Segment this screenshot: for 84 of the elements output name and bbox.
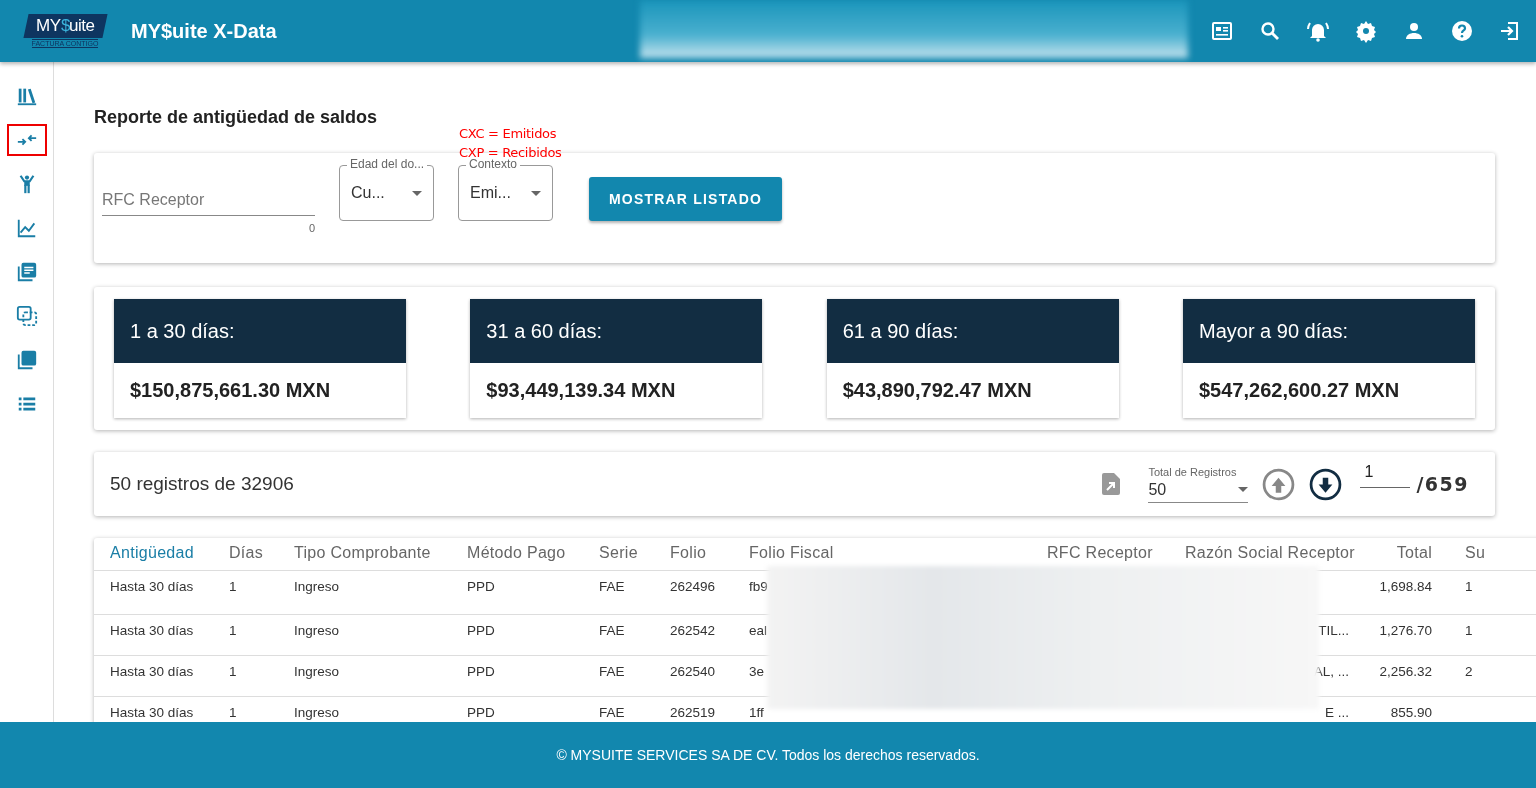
summary-card-title: Mayor a 90 días: bbox=[1183, 299, 1475, 363]
summary-amount: $150,875,661.30 MXN bbox=[129, 377, 332, 403]
table-cell: Ingreso bbox=[294, 664, 340, 679]
column-header[interactable]: RFC Receptor bbox=[1031, 538, 1169, 570]
select-field[interactable]: Edad del do... Cu... bbox=[339, 157, 434, 221]
sidebar-item[interactable] bbox=[6, 124, 47, 156]
summary-amount: $93,449,139.34 MXN bbox=[485, 377, 677, 403]
table-cell: 262542 bbox=[670, 623, 716, 638]
table-cell: Ingreso bbox=[294, 623, 340, 638]
record-count: 50 registros de 32906 bbox=[110, 473, 294, 495]
table-cell: 855.90 bbox=[1390, 705, 1432, 720]
next-page-icon[interactable] bbox=[1309, 467, 1343, 501]
character-counter: 0 bbox=[308, 222, 315, 234]
table-cell: 3e bbox=[749, 664, 765, 679]
table-cell: 1,276.70 bbox=[1379, 623, 1432, 638]
table-cell: Hasta 30 días bbox=[110, 705, 194, 720]
table-cell: Hasta 30 días bbox=[110, 623, 194, 638]
app-title: MY$uite X-Data bbox=[131, 19, 277, 43]
table-cell: AL, ... bbox=[1313, 664, 1349, 679]
help-icon[interactable] bbox=[1450, 19, 1474, 43]
table-cell: PPD bbox=[467, 623, 495, 638]
annotation-note: CXC = Emitidos bbox=[459, 125, 558, 143]
column-header[interactable]: Antigüedad bbox=[94, 538, 213, 570]
export-file-icon[interactable] bbox=[1102, 473, 1121, 495]
logo-text: MY$uite bbox=[23, 14, 107, 38]
table-cell: 1 bbox=[229, 705, 237, 720]
settings-icon[interactable] bbox=[1354, 19, 1378, 43]
page-title: Reporte de antigüedad de saldos bbox=[94, 107, 379, 128]
column-header[interactable]: Razón Social Receptor bbox=[1169, 538, 1353, 570]
dropdown-caret-icon bbox=[412, 190, 422, 196]
show-list-button[interactable]: MOSTRAR LISTADO bbox=[589, 177, 783, 221]
page-size-select[interactable]: Total de Registros 50 bbox=[1148, 465, 1249, 503]
summary-amount: $547,262,600.27 MXN bbox=[1198, 377, 1401, 403]
summary-card-title: 61 a 90 días: bbox=[826, 299, 1119, 363]
table-cell: 1,698.84 bbox=[1379, 579, 1432, 594]
table-cell: FAE bbox=[599, 664, 625, 679]
column-header[interactable]: Días bbox=[213, 538, 278, 570]
line-chart-icon bbox=[15, 217, 38, 239]
column-header[interactable]: Folio bbox=[654, 538, 733, 570]
table-cell: 2,256.32 bbox=[1379, 664, 1432, 679]
table-cell: 262540 bbox=[670, 664, 716, 679]
table-cell: Hasta 30 días bbox=[110, 664, 194, 679]
table-cell: 1 bbox=[1465, 623, 1473, 638]
table-cell: 1 bbox=[229, 664, 237, 679]
column-header[interactable]: Tipo Comprobante bbox=[278, 538, 451, 570]
page-number-field[interactable]: 1 bbox=[1360, 462, 1411, 488]
table-cell: Ingreso bbox=[294, 579, 340, 594]
table-cell: FAE bbox=[599, 579, 625, 594]
stacked-square-icon bbox=[15, 349, 38, 371]
table-cell: 262519 bbox=[670, 705, 716, 720]
table-cell: eal bbox=[749, 623, 767, 638]
dropdown-caret-icon bbox=[531, 190, 541, 196]
document-stack-icon bbox=[15, 261, 38, 283]
dashed-square-icon bbox=[15, 305, 38, 327]
total-pages: /659 bbox=[1416, 473, 1469, 495]
table-cell: Hasta 30 días bbox=[110, 579, 194, 594]
table-cell: 1ff bbox=[749, 705, 764, 720]
table-cell: 1 bbox=[229, 623, 237, 638]
summary-card-title: 1 a 30 días: bbox=[114, 299, 406, 363]
table-cell: PPD bbox=[467, 579, 495, 594]
table-cell: PPD bbox=[467, 705, 495, 720]
news-icon[interactable] bbox=[1210, 19, 1234, 43]
footer-copyright: © MYSUITE SERVICES SA DE CV. Todos los derechos reservados. bbox=[556, 747, 980, 763]
table-cell: 1 bbox=[1465, 579, 1473, 594]
column-header[interactable]: Serie bbox=[583, 538, 654, 570]
table-cell: 2 bbox=[1465, 664, 1473, 679]
column-header[interactable]: Total bbox=[1353, 538, 1449, 570]
table-cell: 1 bbox=[229, 579, 237, 594]
column-header[interactable]: Su bbox=[1449, 538, 1529, 570]
table-cell: FAE bbox=[599, 623, 625, 638]
column-header[interactable]: Método Pago bbox=[451, 538, 583, 570]
summary-amount: $43,890,792.47 MXN bbox=[841, 377, 1033, 403]
table-cell: Ingreso bbox=[294, 705, 340, 720]
table-cell: PPD bbox=[467, 664, 495, 679]
column-header[interactable]: Folio Fiscal bbox=[733, 538, 1031, 570]
select-field[interactable]: Contexto Emi... bbox=[458, 157, 553, 221]
table-cell: fb9 bbox=[749, 579, 768, 594]
summary-card-title: 31 a 60 días: bbox=[470, 299, 763, 363]
table-cell: E ... bbox=[1325, 705, 1349, 720]
table-cell: FAE bbox=[599, 705, 625, 720]
dropdown-caret-icon bbox=[1238, 487, 1249, 492]
table-cell: 262496 bbox=[670, 579, 716, 594]
table-cell: TIL... bbox=[1318, 623, 1349, 638]
annotation-note: CXP = Recibidos bbox=[459, 144, 562, 160]
